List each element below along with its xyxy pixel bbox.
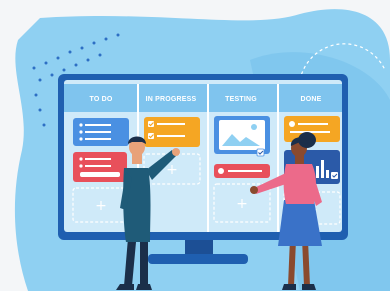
todo-card-2: [73, 152, 127, 182]
column-header-done: DONE: [300, 96, 322, 103]
column-header-todo: TO DO: [89, 96, 113, 103]
plus-icon: +: [166, 162, 178, 178]
plus-icon: +: [95, 198, 107, 214]
monitor-base: [148, 254, 248, 264]
plus-icon: +: [236, 196, 248, 212]
testing-card-1: [214, 116, 270, 157]
column-header-in-progress: IN PROGRESS: [145, 96, 197, 103]
kanban-illustration: + + +: [14, 9, 390, 291]
todo-card-1: [73, 118, 129, 146]
column-header-testing: TESTING: [225, 96, 257, 103]
testing-card-2: [214, 164, 270, 178]
inprogress-card-1: [144, 117, 200, 147]
